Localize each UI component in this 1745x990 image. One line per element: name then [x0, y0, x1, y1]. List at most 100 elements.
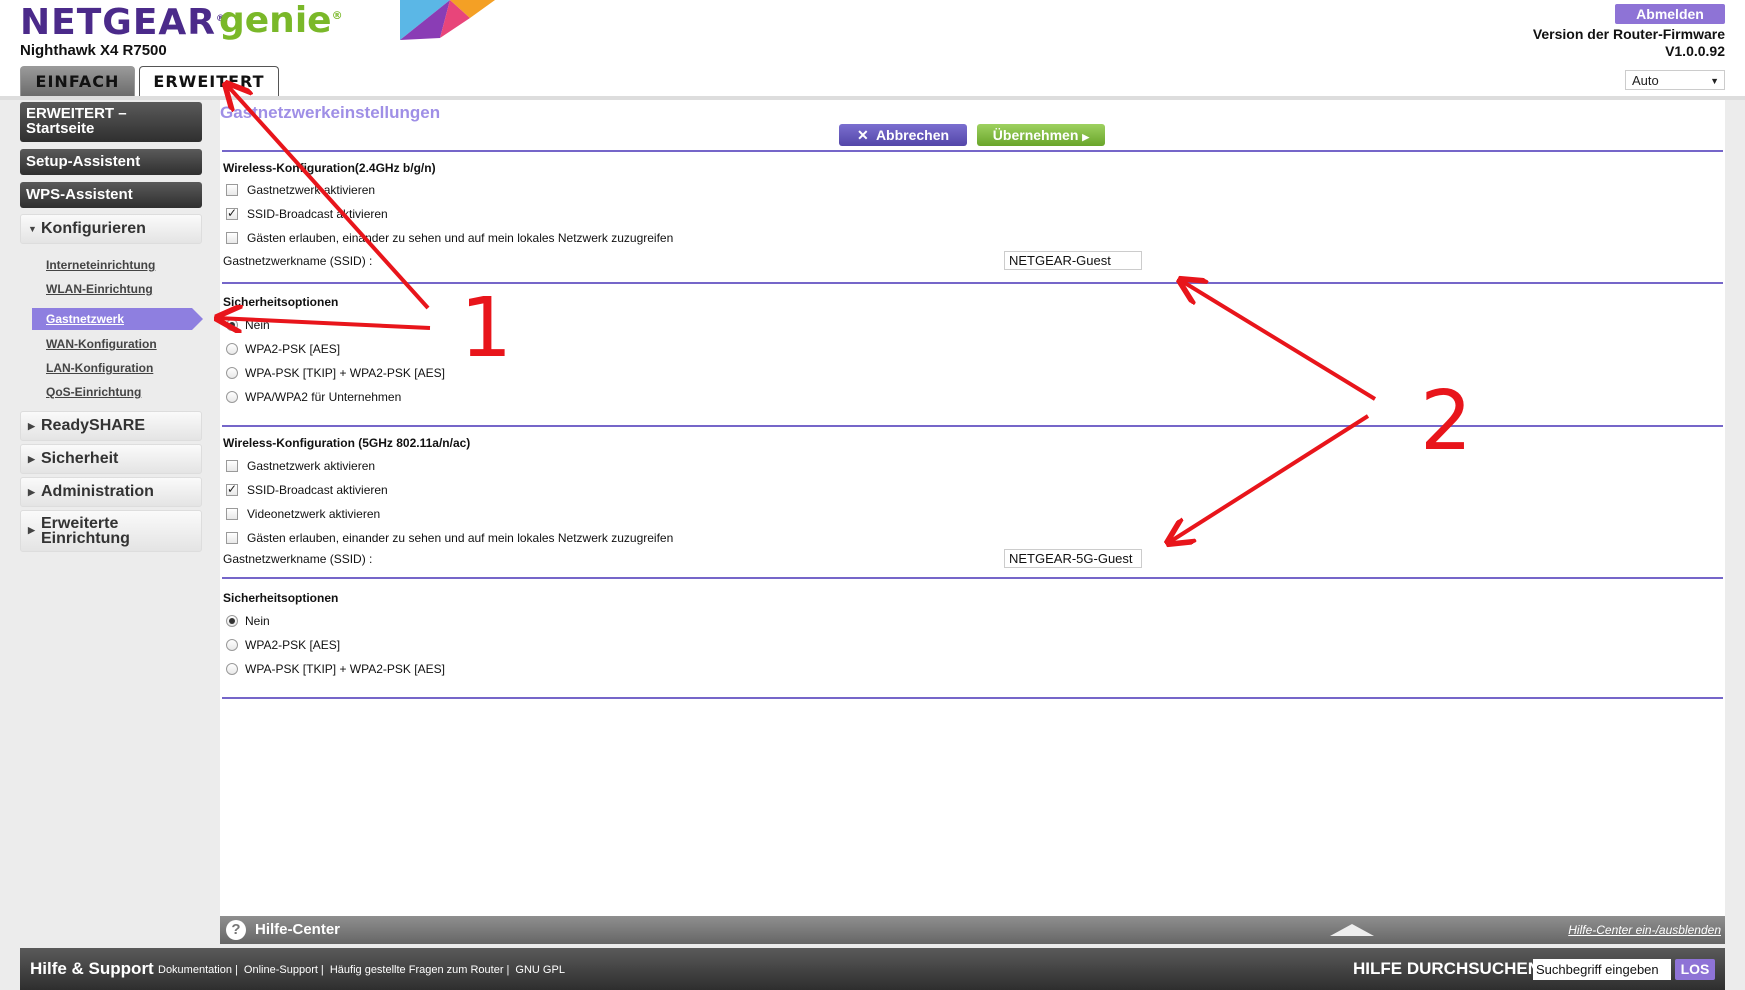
apply-button[interactable]: Übernehmen ▶	[977, 124, 1105, 146]
radio-icon[interactable]	[226, 343, 238, 355]
ssid-input-5[interactable]: NETGEAR-5G-Guest	[1004, 549, 1142, 568]
sidebar-item-label: Administration	[41, 483, 154, 500]
sidebar-item-label: ReadySHARE	[41, 417, 146, 434]
radio-icon[interactable]	[226, 663, 238, 675]
checkbox-allow-guests-24[interactable]: Gästen erlauben, einander zu sehen und a…	[226, 230, 673, 246]
sidebar-item-wps-assistant[interactable]: WPS-Assistent	[20, 182, 202, 208]
chevron-right-icon: ▶	[28, 421, 35, 431]
sidebar-sub-guest-network[interactable]: Gastnetzwerk	[32, 308, 203, 330]
checkbox-guest-5[interactable]: Gastnetzwerk aktivieren	[226, 458, 375, 474]
chevron-right-icon: ▶	[28, 454, 35, 464]
divider	[222, 150, 1723, 152]
play-icon: ▶	[1082, 132, 1090, 142]
radio-security-wpa-mixed-5[interactable]: WPA-PSK [TKIP] + WPA2-PSK [AES]	[226, 661, 445, 677]
help-center-bar[interactable]: ? Hilfe-Center Hilfe-Center ein-/ausblen…	[220, 916, 1725, 944]
checkbox-guest-24[interactable]: Gastnetzwerk aktivieren	[226, 182, 375, 198]
radio-security-none-5[interactable]: Nein	[226, 613, 270, 629]
radio-selected-icon[interactable]	[226, 319, 238, 331]
language-select[interactable]: Auto ▼	[1625, 70, 1725, 90]
footer-link-gpl[interactable]: GNU GPL	[515, 964, 565, 976]
sidebar-sub-wan-config[interactable]: WAN-Konfiguration	[46, 337, 157, 351]
chevron-down-icon: ▼	[28, 224, 37, 234]
radio-security-enterprise-24[interactable]: WPA/WPA2 für Unternehmen	[226, 389, 401, 405]
checkbox-checked-icon[interactable]	[226, 205, 238, 221]
cancel-button[interactable]: ✕ Abbrechen	[839, 124, 967, 146]
checkbox-icon[interactable]	[226, 232, 238, 244]
section-title-24ghz: Wireless-Konfiguration(2.4GHz b/g/n)	[223, 161, 436, 175]
radio-security-wpa2-5[interactable]: WPA2-PSK [AES]	[226, 637, 340, 653]
checkbox-ssid-broadcast-5[interactable]: SSID-Broadcast aktivieren	[226, 481, 388, 498]
ssid-input-24[interactable]: NETGEAR-Guest	[1004, 251, 1142, 270]
help-search-button[interactable]: LOS	[1675, 959, 1715, 980]
genie-logo: genie®	[219, 0, 343, 41]
help-icon: ?	[226, 920, 246, 940]
header: NETGEAR® genie® Nighthawk X4 R7500 Abmel…	[0, 0, 1745, 100]
security-title-24: Sicherheitsoptionen	[223, 295, 339, 309]
radio-icon[interactable]	[226, 391, 238, 403]
firmware-version: V1.0.0.92	[1665, 43, 1725, 59]
sidebar-item-readyshare[interactable]: ▶ ReadySHARE	[20, 411, 202, 441]
firmware-label: Version der Router-Firmware	[1532, 26, 1725, 42]
checkbox-icon[interactable]	[226, 508, 238, 520]
logout-button[interactable]: Abmelden	[1615, 4, 1725, 24]
ssid-label-5: Gastnetzwerkname (SSID) :	[223, 552, 373, 566]
router-model: Nighthawk X4 R7500	[20, 42, 167, 59]
section-title-5ghz: Wireless-Konfiguration (5GHz 802.11a/n/a…	[223, 436, 471, 450]
sidebar-item-advanced-setup[interactable]: ▶ Erweiterte Einrichtung	[20, 510, 202, 552]
sidebar-sub-wlan-setup[interactable]: WLAN-Einrichtung	[46, 282, 153, 296]
sidebar-item-administration[interactable]: ▶ Administration	[20, 477, 202, 507]
checkbox-icon[interactable]	[226, 184, 238, 196]
chevron-up-icon[interactable]	[1330, 924, 1374, 936]
footer-link-faq[interactable]: Häufig gestellte Fragen zum Router	[330, 964, 504, 976]
language-selected: Auto	[1632, 73, 1659, 88]
divider	[222, 577, 1723, 579]
radio-security-none-24[interactable]: Nein	[226, 317, 270, 333]
divider	[222, 425, 1723, 427]
page-title: Gastnetzwerkeinstellungen	[220, 103, 441, 122]
radio-icon[interactable]	[226, 367, 238, 379]
apply-label: Übernehmen	[992, 127, 1079, 143]
sidebar-item-label: Sicherheit	[41, 450, 119, 467]
help-center-toggle-link[interactable]: Hilfe-Center ein-/ausblenden	[1568, 923, 1721, 937]
chevron-right-icon: ▶	[28, 487, 35, 497]
checkbox-checked-icon[interactable]	[226, 481, 238, 497]
sidebar-item-security[interactable]: ▶ Sicherheit	[20, 444, 202, 474]
sidebar-item-label: Erweiterte Einrichtung	[41, 515, 130, 547]
footer: Hilfe & Support Dokumentation | Online-Su…	[20, 948, 1725, 990]
sidebar-item-setup-assistant[interactable]: Setup-Assistent	[20, 149, 202, 175]
divider	[222, 697, 1723, 699]
sidebar-sub-internet-setup[interactable]: Interneteinrichtung	[46, 258, 155, 272]
main-content: Gastnetzwerkeinstellungen ✕ Abbrechen Üb…	[220, 100, 1725, 916]
radio-security-wpa-mixed-24[interactable]: WPA-PSK [TKIP] + WPA2-PSK [AES]	[226, 365, 445, 381]
radio-security-wpa2-24[interactable]: WPA2-PSK [AES]	[226, 341, 340, 357]
radio-selected-icon[interactable]	[226, 615, 238, 627]
radio-icon[interactable]	[226, 639, 238, 651]
tab-erweitert[interactable]: ERWEITERT	[139, 66, 279, 96]
checkbox-allow-guests-5[interactable]: Gästen erlauben, einander zu sehen und a…	[226, 530, 673, 546]
sidebar-sub-qos-setup[interactable]: QoS-Einrichtung	[46, 385, 141, 399]
footer-links: Dokumentation | Online-Support | Häufig ge…	[158, 964, 565, 976]
security-title-5: Sicherheitsoptionen	[223, 591, 339, 605]
help-search-input[interactable]: Suchbegriff eingeben	[1533, 959, 1671, 980]
netgear-logo: NETGEAR®	[20, 2, 226, 43]
chevron-down-icon: ▼	[1710, 76, 1719, 86]
cancel-label: Abbrechen	[875, 127, 950, 143]
help-search-label: HILFE DURCHSUCHEN	[1353, 959, 1540, 978]
checkbox-icon[interactable]	[226, 532, 238, 544]
tab-einfach[interactable]: EINFACH	[20, 66, 135, 96]
chevron-right-icon: ▶	[28, 525, 35, 535]
footer-link-online-support[interactable]: Online-Support	[244, 964, 318, 976]
sidebar-sub-lan-config[interactable]: LAN-Konfiguration	[46, 361, 153, 375]
footer-title: Hilfe & Support	[30, 959, 154, 978]
checkbox-icon[interactable]	[226, 460, 238, 472]
sidebar-item-label: Konfigurieren	[41, 220, 146, 237]
help-center-title: Hilfe-Center	[255, 921, 341, 938]
checkbox-video-network-5[interactable]: Videonetzwerk aktivieren	[226, 506, 380, 522]
checkbox-ssid-broadcast-24[interactable]: SSID-Broadcast aktivieren	[226, 205, 388, 222]
logo-decoration-icon	[400, 0, 495, 40]
ssid-label-24: Gastnetzwerkname (SSID) :	[223, 254, 373, 268]
sidebar-item-configure[interactable]: ▼ Konfigurieren	[20, 214, 202, 244]
sidebar-item-home[interactable]: ERWEITERT – Startseite	[20, 102, 202, 142]
close-icon: ✕	[856, 127, 869, 143]
footer-link-docs[interactable]: Dokumentation	[158, 964, 232, 976]
